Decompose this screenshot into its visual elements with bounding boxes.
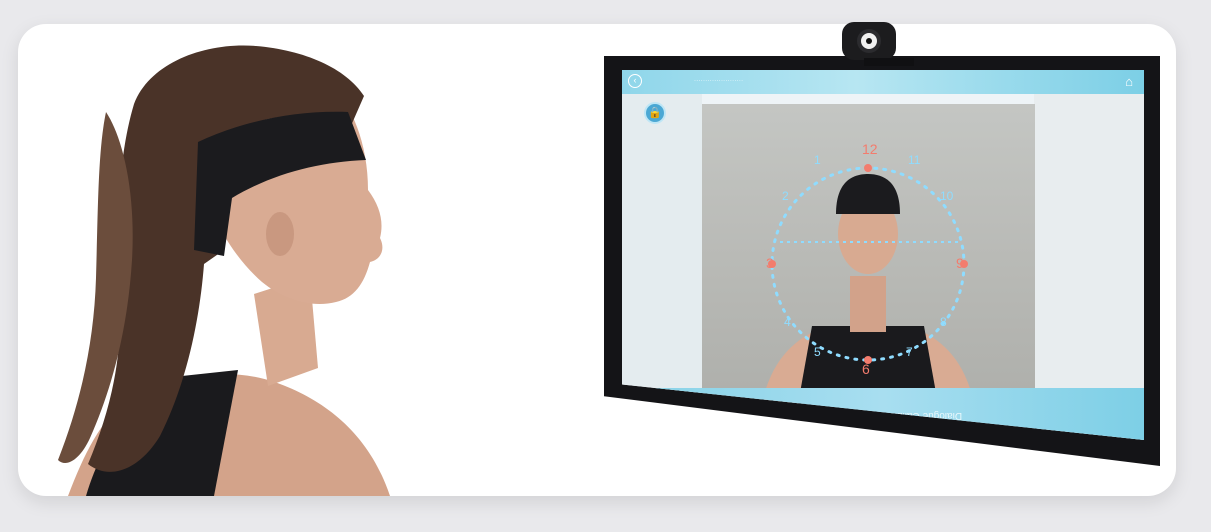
lock-icon[interactable]: 🔒 <box>644 102 666 124</box>
screen-person-neck <box>850 276 886 332</box>
top-marker <box>864 164 872 172</box>
clock-number: 9 <box>956 255 964 271</box>
clock-number: 6 <box>862 361 870 377</box>
clock-number: 2 <box>782 189 789 203</box>
clock-number: 1 <box>814 153 821 167</box>
clock-number: 3 <box>766 255 774 271</box>
clock-number: 8 <box>940 315 947 329</box>
clock-number: 7 <box>906 345 913 359</box>
clock-number: 10 <box>940 189 954 203</box>
camera-feed: 12 11 10 9 8 7 6 5 4 3 2 1 <box>702 104 1035 404</box>
clock-number: 11 <box>908 153 921 167</box>
clock-number: 4 <box>784 315 791 329</box>
app-screen: ‹ ...................... ⌂ 🔒 12 11 10 9 … <box>622 70 1144 440</box>
home-icon[interactable]: ⌂ <box>1122 75 1136 89</box>
calibration-overlay: 12 11 10 9 8 7 6 5 4 3 2 1 <box>762 141 974 404</box>
screen-person-headband <box>836 174 900 214</box>
webcam-clip <box>864 58 914 66</box>
topbar-breadcrumb: ...................... <box>694 76 744 83</box>
ear <box>266 212 294 256</box>
clock-number: 5 <box>814 345 821 359</box>
back-icon[interactable]: ‹ <box>628 74 642 88</box>
person-profile <box>58 45 390 496</box>
top-bar: ‹ ...................... ⌂ <box>622 70 1144 94</box>
webcam-lens-icon <box>857 29 881 53</box>
clock-number: 12 <box>862 141 878 157</box>
